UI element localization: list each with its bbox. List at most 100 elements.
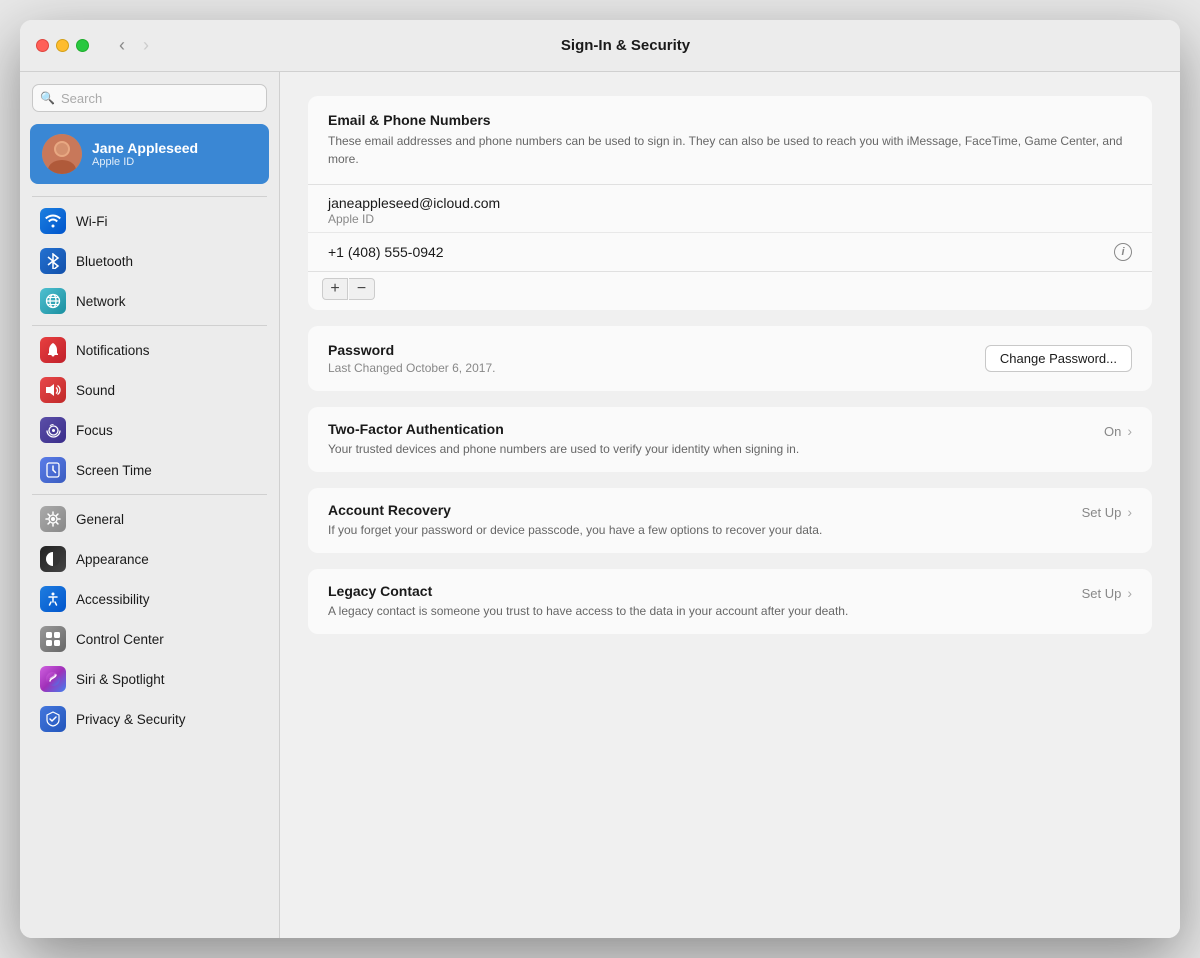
main-content: Email & Phone Numbers These email addres…: [280, 72, 1180, 938]
email-entry: janeappleseed@icloud.com Apple ID: [308, 185, 1152, 232]
sidebar-label-network: Network: [76, 294, 126, 309]
network-icon: [40, 288, 66, 314]
sidebar-item-sound[interactable]: Sound: [26, 371, 273, 409]
chevron-right-icon-3: ›: [1127, 585, 1132, 601]
content-area: 🔍 Jane Appleseed Apple ID: [20, 72, 1180, 938]
user-info: Jane Appleseed Apple ID: [92, 140, 198, 168]
user-subtitle: Apple ID: [92, 156, 198, 168]
two-factor-info: Two-Factor Authentication Your trusted d…: [328, 421, 1104, 458]
sidebar-item-notifications[interactable]: Notifications: [26, 331, 273, 369]
sidebar-item-bluetooth[interactable]: Bluetooth: [26, 242, 273, 280]
two-factor-row[interactable]: Two-Factor Authentication Your trusted d…: [308, 407, 1152, 472]
sidebar-item-siri[interactable]: Siri & Spotlight: [26, 660, 273, 698]
sidebar-label-wifi: Wi-Fi: [76, 214, 107, 229]
legacy-contact-desc: A legacy contact is someone you trust to…: [328, 602, 1082, 620]
sidebar-item-network[interactable]: Network: [26, 282, 273, 320]
two-factor-status: On: [1104, 424, 1121, 439]
two-factor-right: On ›: [1104, 421, 1132, 439]
privacy-icon: [40, 706, 66, 732]
bluetooth-icon: [40, 248, 66, 274]
phone-value: +1 (408) 555-0942: [328, 244, 444, 260]
password-row: Password Last Changed October 6, 2017. C…: [308, 326, 1152, 391]
add-button[interactable]: +: [322, 278, 348, 300]
email-sublabel: Apple ID: [328, 212, 1132, 226]
account-recovery-card: Account Recovery If you forget your pass…: [308, 488, 1152, 553]
sidebar-label-appearance: Appearance: [76, 552, 149, 567]
controlcenter-icon: [40, 626, 66, 652]
titlebar: ‹ › Sign-In & Security: [20, 20, 1180, 72]
sidebar-item-screentime[interactable]: Screen Time: [26, 451, 273, 489]
siri-icon: [40, 666, 66, 692]
screentime-icon: [40, 457, 66, 483]
sidebar-divider-1: [32, 196, 267, 197]
account-recovery-row[interactable]: Account Recovery If you forget your pass…: [308, 488, 1152, 553]
chevron-right-icon: ›: [1127, 423, 1132, 439]
sidebar-item-wifi[interactable]: Wi-Fi: [26, 202, 273, 240]
info-button[interactable]: i: [1114, 243, 1132, 261]
email-value: janeappleseed@icloud.com: [328, 195, 1132, 211]
sidebar-item-appearance[interactable]: Appearance: [26, 540, 273, 578]
email-phone-header: Email & Phone Numbers These email addres…: [308, 96, 1152, 185]
sidebar-divider-3: [32, 494, 267, 495]
two-factor-title: Two-Factor Authentication: [328, 421, 1104, 437]
password-date: Last Changed October 6, 2017.: [328, 361, 495, 375]
sidebar-item-focus[interactable]: Focus: [26, 411, 273, 449]
focus-icon: [40, 417, 66, 443]
email-phone-desc: These email addresses and phone numbers …: [328, 132, 1132, 168]
sidebar-label-screentime: Screen Time: [76, 463, 152, 478]
add-remove-row: + −: [308, 271, 1152, 310]
window-title: Sign-In & Security: [87, 37, 1164, 54]
user-profile-item[interactable]: Jane Appleseed Apple ID: [30, 124, 269, 184]
sidebar-label-sound: Sound: [76, 383, 115, 398]
settings-window: ‹ › Sign-In & Security 🔍: [20, 20, 1180, 938]
sidebar-label-controlcenter: Control Center: [76, 632, 164, 647]
chevron-right-icon-2: ›: [1127, 504, 1132, 520]
legacy-contact-status: Set Up: [1082, 586, 1122, 601]
two-factor-card: Two-Factor Authentication Your trusted d…: [308, 407, 1152, 472]
account-recovery-desc: If you forget your password or device pa…: [328, 521, 1082, 539]
user-name: Jane Appleseed: [92, 140, 198, 156]
legacy-contact-info: Legacy Contact A legacy contact is someo…: [328, 583, 1082, 620]
accessibility-icon: [40, 586, 66, 612]
sidebar-item-general[interactable]: General: [26, 500, 273, 538]
account-recovery-title: Account Recovery: [328, 502, 1082, 518]
sidebar-label-notifications: Notifications: [76, 343, 150, 358]
sidebar-item-privacy[interactable]: Privacy & Security: [26, 700, 273, 738]
password-title: Password: [328, 342, 495, 358]
sidebar-label-bluetooth: Bluetooth: [76, 254, 133, 269]
password-card: Password Last Changed October 6, 2017. C…: [308, 326, 1152, 391]
minimize-button[interactable]: [56, 39, 69, 52]
remove-button[interactable]: −: [349, 278, 375, 300]
wifi-icon: [40, 208, 66, 234]
sidebar-item-accessibility[interactable]: Accessibility: [26, 580, 273, 618]
account-recovery-status: Set Up: [1082, 505, 1122, 520]
email-phone-card: Email & Phone Numbers These email addres…: [308, 96, 1152, 310]
sidebar-label-focus: Focus: [76, 423, 113, 438]
sidebar-label-siri: Siri & Spotlight: [76, 672, 165, 687]
phone-row: +1 (408) 555-0942 i: [308, 232, 1152, 271]
search-icon: 🔍: [40, 91, 55, 105]
password-info: Password Last Changed October 6, 2017.: [328, 342, 495, 375]
search-input[interactable]: [32, 84, 267, 112]
traffic-lights: [36, 39, 89, 52]
general-icon: [40, 506, 66, 532]
account-recovery-right: Set Up ›: [1082, 502, 1132, 520]
appearance-icon: [40, 546, 66, 572]
avatar: [42, 134, 82, 174]
legacy-contact-right: Set Up ›: [1082, 583, 1132, 601]
sidebar: 🔍 Jane Appleseed Apple ID: [20, 72, 280, 938]
sidebar-label-general: General: [76, 512, 124, 527]
sidebar-divider-2: [32, 325, 267, 326]
sidebar-label-privacy: Privacy & Security: [76, 712, 186, 727]
search-bar: 🔍: [32, 84, 267, 112]
notifications-icon: [40, 337, 66, 363]
change-password-button[interactable]: Change Password...: [985, 345, 1132, 372]
sound-icon: [40, 377, 66, 403]
legacy-contact-row[interactable]: Legacy Contact A legacy contact is someo…: [308, 569, 1152, 634]
account-recovery-info: Account Recovery If you forget your pass…: [328, 502, 1082, 539]
legacy-contact-card: Legacy Contact A legacy contact is someo…: [308, 569, 1152, 634]
close-button[interactable]: [36, 39, 49, 52]
email-phone-title: Email & Phone Numbers: [328, 112, 1132, 128]
legacy-contact-title: Legacy Contact: [328, 583, 1082, 599]
sidebar-item-controlcenter[interactable]: Control Center: [26, 620, 273, 658]
